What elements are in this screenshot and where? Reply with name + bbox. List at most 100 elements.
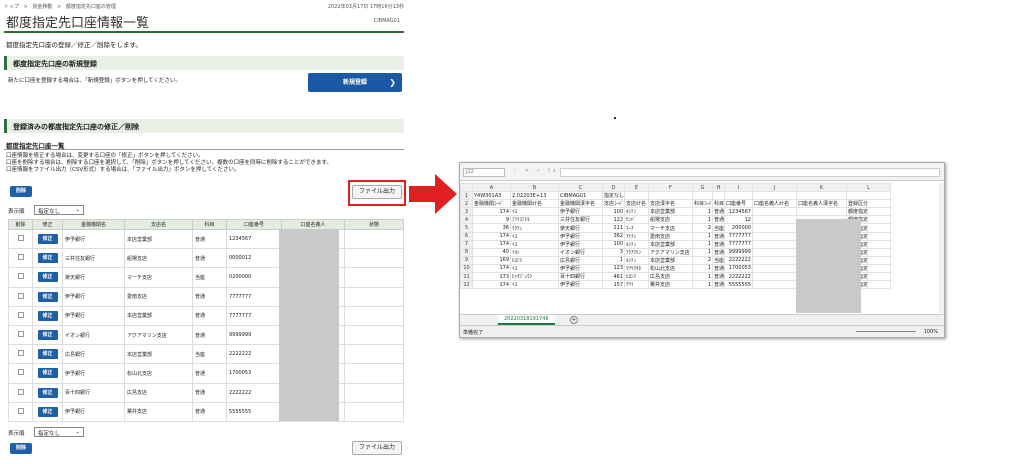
sheet-cell[interactable]: 口座名義人漢字名: [796, 199, 847, 209]
edit-button[interactable]: 修正: [37, 368, 58, 379]
sheet-cell[interactable]: 2222222: [724, 255, 753, 265]
sheet-cell[interactable]: 粟井支店: [648, 280, 693, 290]
sheet-cell[interactable]: [796, 207, 847, 217]
delete-checkbox[interactable]: [17, 350, 24, 357]
sheet-cell[interactable]: 1: [692, 272, 713, 282]
sheet-cell[interactable]: 愛南支店: [648, 231, 693, 241]
sheet-cell[interactable]: 9999999: [724, 247, 753, 257]
sheet-cell[interactable]: 2222222: [724, 272, 753, 282]
row-header[interactable]: 1: [460, 191, 473, 201]
sheet-cell[interactable]: 科目ｺｰﾄﾞ: [692, 199, 713, 209]
sheet-cell[interactable]: 伊予銀行: [558, 263, 603, 274]
add-sheet-icon[interactable]: +: [570, 316, 578, 324]
column-header[interactable]: D: [602, 182, 625, 193]
column-header[interactable]: B: [510, 182, 559, 193]
name-box[interactable]: J22: [463, 168, 505, 177]
sheet-cell[interactable]: 461: [602, 272, 625, 282]
sheet-cell[interactable]: ﾏﾂﾔﾏｷﾀ: [624, 263, 649, 274]
delete-checkbox[interactable]: [17, 273, 24, 280]
sheet-cell[interactable]: 7777777: [724, 239, 753, 249]
sheet-cell[interactable]: 普通: [712, 272, 725, 282]
sheet-cell[interactable]: ｾﾝﾊﾞ: [624, 215, 649, 225]
edit-button[interactable]: 修正: [37, 330, 58, 341]
sheet-cell[interactable]: 金融機関ｺｰﾄﾞ: [472, 199, 511, 209]
sheet-cell[interactable]: 122: [602, 215, 625, 225]
sheet-tab[interactable]: 20220318191746: [498, 315, 555, 325]
sheet-cell[interactable]: 1: [692, 280, 713, 290]
sheet-cell[interactable]: 三井住友銀行: [558, 215, 603, 225]
sheet-cell[interactable]: CIBMAG01: [558, 191, 603, 201]
column-header[interactable]: H: [712, 182, 725, 193]
row-header[interactable]: 12: [460, 280, 473, 290]
sheet-cell[interactable]: ﾋﾛｼﾏ: [624, 272, 649, 282]
delete-checkbox[interactable]: [17, 235, 24, 242]
sheet-cell[interactable]: イオン銀行: [558, 247, 603, 257]
sort-select-bottom[interactable]: 指定なし ⌄: [34, 427, 84, 437]
edit-button[interactable]: 修正: [37, 406, 58, 417]
sheet-cell[interactable]: 百十四銀行: [558, 272, 603, 282]
sheet-cell[interactable]: 173: [472, 272, 511, 282]
sheet-cell[interactable]: 当座: [712, 223, 725, 233]
sheet-cell[interactable]: 口座番号: [724, 199, 753, 209]
sheet-cell[interactable]: [796, 191, 847, 201]
sheet-cell[interactable]: [752, 223, 797, 233]
row-header[interactable]: 5: [460, 223, 473, 233]
sheet-cell[interactable]: 支店ｶﾅ名: [624, 199, 649, 209]
vertical-scrollbar[interactable]: [939, 183, 944, 313]
sheet-cell[interactable]: 本店営業部: [648, 255, 693, 265]
sheet-cell[interactable]: 174: [472, 239, 511, 249]
delete-checkbox[interactable]: [17, 369, 24, 376]
delete-checkbox[interactable]: [17, 388, 24, 395]
sheet-cell[interactable]: 157: [602, 280, 625, 290]
sheet-cell[interactable]: 船場支店: [648, 215, 693, 225]
sheet-cell[interactable]: ﾎﾝﾃﾝ: [624, 207, 649, 217]
delete-checkbox[interactable]: [17, 407, 24, 414]
edit-button[interactable]: 修正: [37, 387, 58, 398]
sheet-cell[interactable]: 174: [472, 207, 511, 217]
sheet-cell[interactable]: 普通: [712, 239, 725, 249]
sheet-cell[interactable]: ｲﾖ: [510, 239, 559, 249]
sheet-cell[interactable]: [752, 207, 797, 217]
sheet-cell[interactable]: 2: [692, 223, 713, 233]
sheet-cell[interactable]: 支店ｺｰﾄﾞ: [602, 199, 625, 209]
sheet-cell[interactable]: アクアマリン支店: [648, 247, 693, 257]
sheet-cell[interactable]: ﾎﾝﾃﾝ: [624, 255, 649, 265]
column-header[interactable]: G: [692, 182, 713, 193]
sheet-cell[interactable]: [752, 239, 797, 249]
column-header[interactable]: L: [846, 182, 891, 193]
sheet-cell[interactable]: [752, 231, 797, 241]
corner-cell[interactable]: [460, 182, 473, 193]
row-header[interactable]: 9: [460, 255, 473, 265]
sheet-cell[interactable]: マーチ支店: [648, 223, 693, 233]
column-header[interactable]: J: [752, 182, 797, 193]
sheet-cell[interactable]: ｲﾖ: [510, 263, 559, 274]
sheet-cell[interactable]: 普通: [712, 207, 725, 217]
sheet-cell[interactable]: 100: [602, 239, 625, 249]
sheet-cell[interactable]: 174: [472, 231, 511, 241]
row-header[interactable]: 2: [460, 199, 473, 209]
row-header[interactable]: 11: [460, 272, 473, 282]
sheet-cell[interactable]: 174: [472, 280, 511, 290]
row-header[interactable]: 7: [460, 239, 473, 249]
sheet-cell[interactable]: 金融機関漢字名: [558, 199, 603, 209]
sheet-cell[interactable]: 普通: [712, 215, 725, 225]
sheet-cell[interactable]: [752, 215, 797, 225]
sheet-cell[interactable]: 211: [602, 223, 625, 233]
sheet-cell[interactable]: 広島銀行: [558, 255, 603, 265]
sheet-cell[interactable]: [712, 191, 725, 201]
sheet-cell[interactable]: 123: [602, 263, 625, 274]
sheet-cell[interactable]: [752, 280, 797, 290]
sheet-cell[interactable]: [752, 263, 797, 274]
sheet-cell[interactable]: 1: [692, 239, 713, 249]
file-output-button-bottom[interactable]: ファイル出力: [352, 441, 402, 455]
sheet-cell[interactable]: ﾐﾂｲｽﾐﾄﾓ: [510, 215, 559, 225]
sheet-cell[interactable]: 169: [472, 255, 511, 265]
sheet-cell[interactable]: 伊予銀行: [558, 239, 603, 249]
delete-checkbox[interactable]: [17, 311, 24, 318]
edit-button[interactable]: 修正: [37, 253, 58, 264]
sheet-cell[interactable]: ｲｵﾝ: [510, 247, 559, 257]
sheet-cell[interactable]: ﾎﾝﾃﾝ: [624, 239, 649, 249]
sheet-cell[interactable]: 1: [602, 255, 625, 265]
new-register-button[interactable]: 新規登録 ❯: [308, 73, 402, 92]
sheet-cell[interactable]: 普通: [712, 263, 725, 274]
